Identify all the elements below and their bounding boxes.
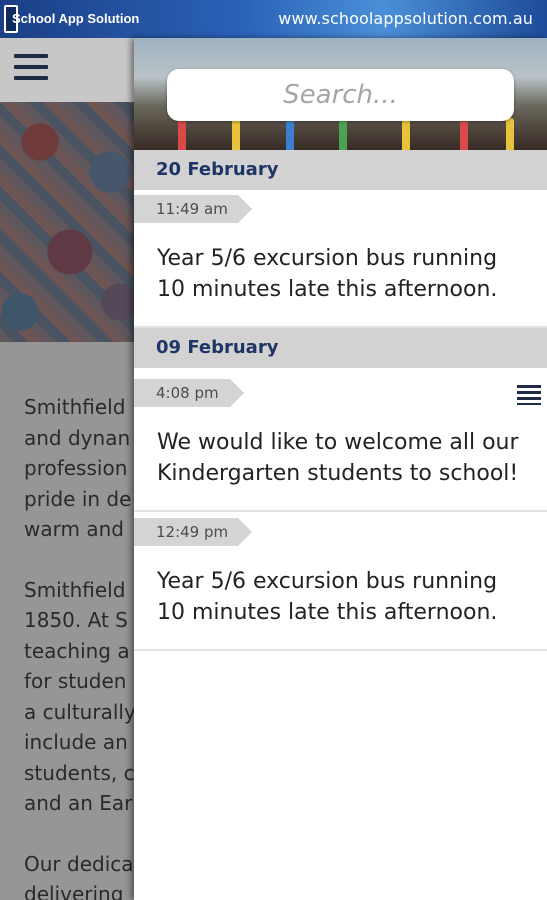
banner-title: School App Solution: [12, 11, 140, 26]
panel-header-photo: [134, 38, 547, 150]
date-header: 20 February: [134, 150, 547, 190]
decor-pole: [506, 118, 514, 150]
time-tag: 11:49 am: [134, 195, 252, 223]
time-tag: 4:08 pm: [134, 379, 244, 407]
list-icon[interactable]: [517, 385, 541, 405]
message-text[interactable]: Year 5/6 excursion bus running 10 minute…: [157, 567, 532, 628]
decor-pole: [178, 116, 186, 150]
banner-url[interactable]: www.schoolappsolution.com.au: [278, 9, 533, 28]
hamburger-menu-icon[interactable]: [14, 54, 48, 84]
date-header: 09 February: [134, 328, 547, 368]
divider: [134, 649, 547, 651]
top-banner: School App Solution www.schoolappsolutio…: [0, 0, 547, 38]
message-text[interactable]: Year 5/6 excursion bus running 10 minute…: [157, 244, 532, 305]
decor-pole: [286, 120, 294, 150]
news-panel: 20 February 11:49 am Year 5/6 excursion …: [134, 38, 547, 900]
message-text[interactable]: We would like to welcome all our Kinderg…: [157, 428, 532, 489]
time-tag: 12:49 pm: [134, 518, 252, 546]
search-box[interactable]: [167, 69, 514, 121]
divider: [134, 510, 547, 512]
search-input[interactable]: [167, 69, 514, 121]
